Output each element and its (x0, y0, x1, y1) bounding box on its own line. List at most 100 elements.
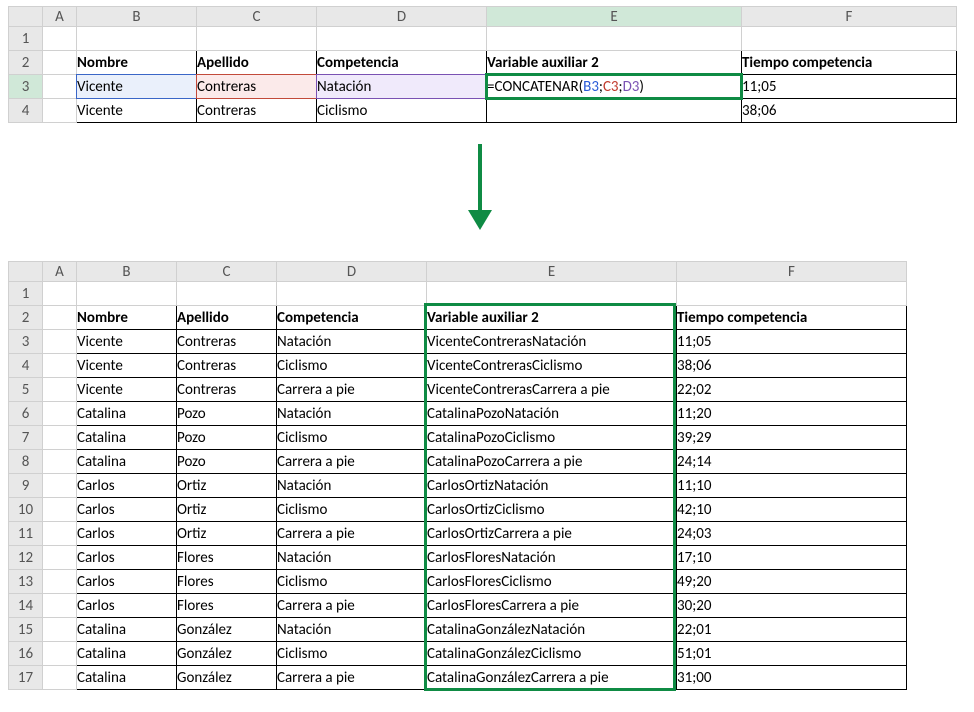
cell[interactable] (43, 642, 77, 666)
cell-f13[interactable]: 49;20 (677, 570, 907, 594)
cell[interactable] (43, 474, 77, 498)
cell[interactable] (43, 594, 77, 618)
cell[interactable] (277, 282, 427, 306)
col-header-f[interactable]: F (677, 262, 907, 282)
col-header-b[interactable]: B (77, 7, 197, 27)
cell-c15[interactable]: González (177, 618, 277, 642)
cell[interactable] (43, 666, 77, 690)
col-header-c[interactable]: C (197, 7, 317, 27)
cell-f4[interactable]: 38;06 (742, 99, 957, 123)
row-header[interactable]: 3 (9, 330, 43, 354)
col-header-d[interactable]: D (277, 262, 427, 282)
cell-e13[interactable]: CarlosFloresCiclismo (427, 570, 677, 594)
cell-f12[interactable]: 17;10 (677, 546, 907, 570)
col-header-b[interactable]: B (77, 262, 177, 282)
cell-d6[interactable]: Natación (277, 402, 427, 426)
row-header[interactable]: 12 (9, 546, 43, 570)
cell-c13[interactable]: Flores (177, 570, 277, 594)
cell-c5[interactable]: Contreras (177, 378, 277, 402)
row-header[interactable]: 10 (9, 498, 43, 522)
row-header[interactable]: 14 (9, 594, 43, 618)
cell-c4[interactable]: Contreras (177, 354, 277, 378)
cell-c4[interactable]: Contreras (197, 99, 317, 123)
header-competencia[interactable]: Competencia (277, 306, 427, 330)
cell[interactable] (43, 522, 77, 546)
cell-d5[interactable]: Carrera a pie (277, 378, 427, 402)
cell-e6[interactable]: CatalinaPozoNatación (427, 402, 677, 426)
cell[interactable] (43, 450, 77, 474)
cell-c3[interactable]: Contreras (197, 75, 317, 99)
cell-e9[interactable]: CarlosOrtizNatación (427, 474, 677, 498)
row-header[interactable]: 5 (9, 378, 43, 402)
cell-c3[interactable]: Contreras (177, 330, 277, 354)
col-header-e[interactable]: E (427, 262, 677, 282)
cell[interactable] (43, 330, 77, 354)
cell-f6[interactable]: 11;20 (677, 402, 907, 426)
col-header-d[interactable]: D (317, 7, 487, 27)
top-grid[interactable]: ABCDEF 1 2 Nombre Apellido Competencia V… (8, 6, 957, 123)
cell[interactable] (43, 354, 77, 378)
cell-d4[interactable]: Ciclismo (277, 354, 427, 378)
cell-c16[interactable]: González (177, 642, 277, 666)
row-header[interactable]: 4 (9, 99, 43, 123)
cell[interactable] (77, 27, 197, 51)
cell[interactable] (77, 282, 177, 306)
cell[interactable] (43, 498, 77, 522)
cell-f3[interactable]: 11;05 (742, 75, 957, 99)
cell-b14[interactable]: Carlos (77, 594, 177, 618)
header-variable-auxiliar[interactable]: Variable auxiliar 2 (427, 306, 677, 330)
cell[interactable] (43, 378, 77, 402)
cell[interactable] (317, 27, 487, 51)
cell[interactable] (43, 570, 77, 594)
cell-f5[interactable]: 22;02 (677, 378, 907, 402)
cell-c7[interactable]: Pozo (177, 426, 277, 450)
cell[interactable] (43, 99, 77, 123)
cell-c10[interactable]: Ortiz (177, 498, 277, 522)
cell-e17[interactable]: CatalinaGonzálezCarrera a pie (427, 666, 677, 690)
header-nombre[interactable]: Nombre (77, 51, 197, 75)
cell-d13[interactable]: Ciclismo (277, 570, 427, 594)
cell-d8[interactable]: Carrera a pie (277, 450, 427, 474)
cell[interactable] (197, 27, 317, 51)
cell-c11[interactable]: Ortiz (177, 522, 277, 546)
row-header[interactable]: 6 (9, 402, 43, 426)
row-header[interactable]: 4 (9, 354, 43, 378)
cell-f3[interactable]: 11;05 (677, 330, 907, 354)
cell-d17[interactable]: Carrera a pie (277, 666, 427, 690)
cell-d11[interactable]: Carrera a pie (277, 522, 427, 546)
cell-e8[interactable]: CatalinaPozoCarrera a pie (427, 450, 677, 474)
row-header[interactable]: 15 (9, 618, 43, 642)
row-header[interactable]: 8 (9, 450, 43, 474)
cell[interactable] (43, 75, 77, 99)
bottom-grid[interactable]: ABCDEF 1 2 Nombre Apellido Competencia V… (8, 261, 907, 690)
cell-e14[interactable]: CarlosFloresCarrera a pie (427, 594, 677, 618)
cell-b9[interactable]: Carlos (77, 474, 177, 498)
row-header[interactable]: 13 (9, 570, 43, 594)
row-header[interactable]: 1 (9, 282, 43, 306)
header-tiempo[interactable]: Tiempo competencia (742, 51, 957, 75)
cell-e11[interactable]: CarlosOrtizCarrera a pie (427, 522, 677, 546)
cell-d14[interactable]: Carrera a pie (277, 594, 427, 618)
cell[interactable] (677, 282, 907, 306)
cell-f15[interactable]: 22;01 (677, 618, 907, 642)
row-header[interactable]: 16 (9, 642, 43, 666)
cell[interactable] (43, 426, 77, 450)
cell[interactable] (43, 402, 77, 426)
cell-b6[interactable]: Catalina (77, 402, 177, 426)
cell-c14[interactable]: Flores (177, 594, 277, 618)
cell-e7[interactable]: CatalinaPozoCiclismo (427, 426, 677, 450)
cell[interactable] (427, 282, 677, 306)
cell-b13[interactable]: Carlos (77, 570, 177, 594)
cell-f10[interactable]: 42;10 (677, 498, 907, 522)
cell-d10[interactable]: Ciclismo (277, 498, 427, 522)
cell-b16[interactable]: Catalina (77, 642, 177, 666)
cell-d3[interactable]: Natación (277, 330, 427, 354)
cell-b3[interactable]: Vicente (77, 330, 177, 354)
cell-d16[interactable]: Ciclismo (277, 642, 427, 666)
cell-b5[interactable]: Vicente (77, 378, 177, 402)
cell-c17[interactable]: González (177, 666, 277, 690)
cell-f4[interactable]: 38;06 (677, 354, 907, 378)
cell-f17[interactable]: 31;00 (677, 666, 907, 690)
cell-e4[interactable] (487, 99, 742, 123)
cell-c8[interactable]: Pozo (177, 450, 277, 474)
